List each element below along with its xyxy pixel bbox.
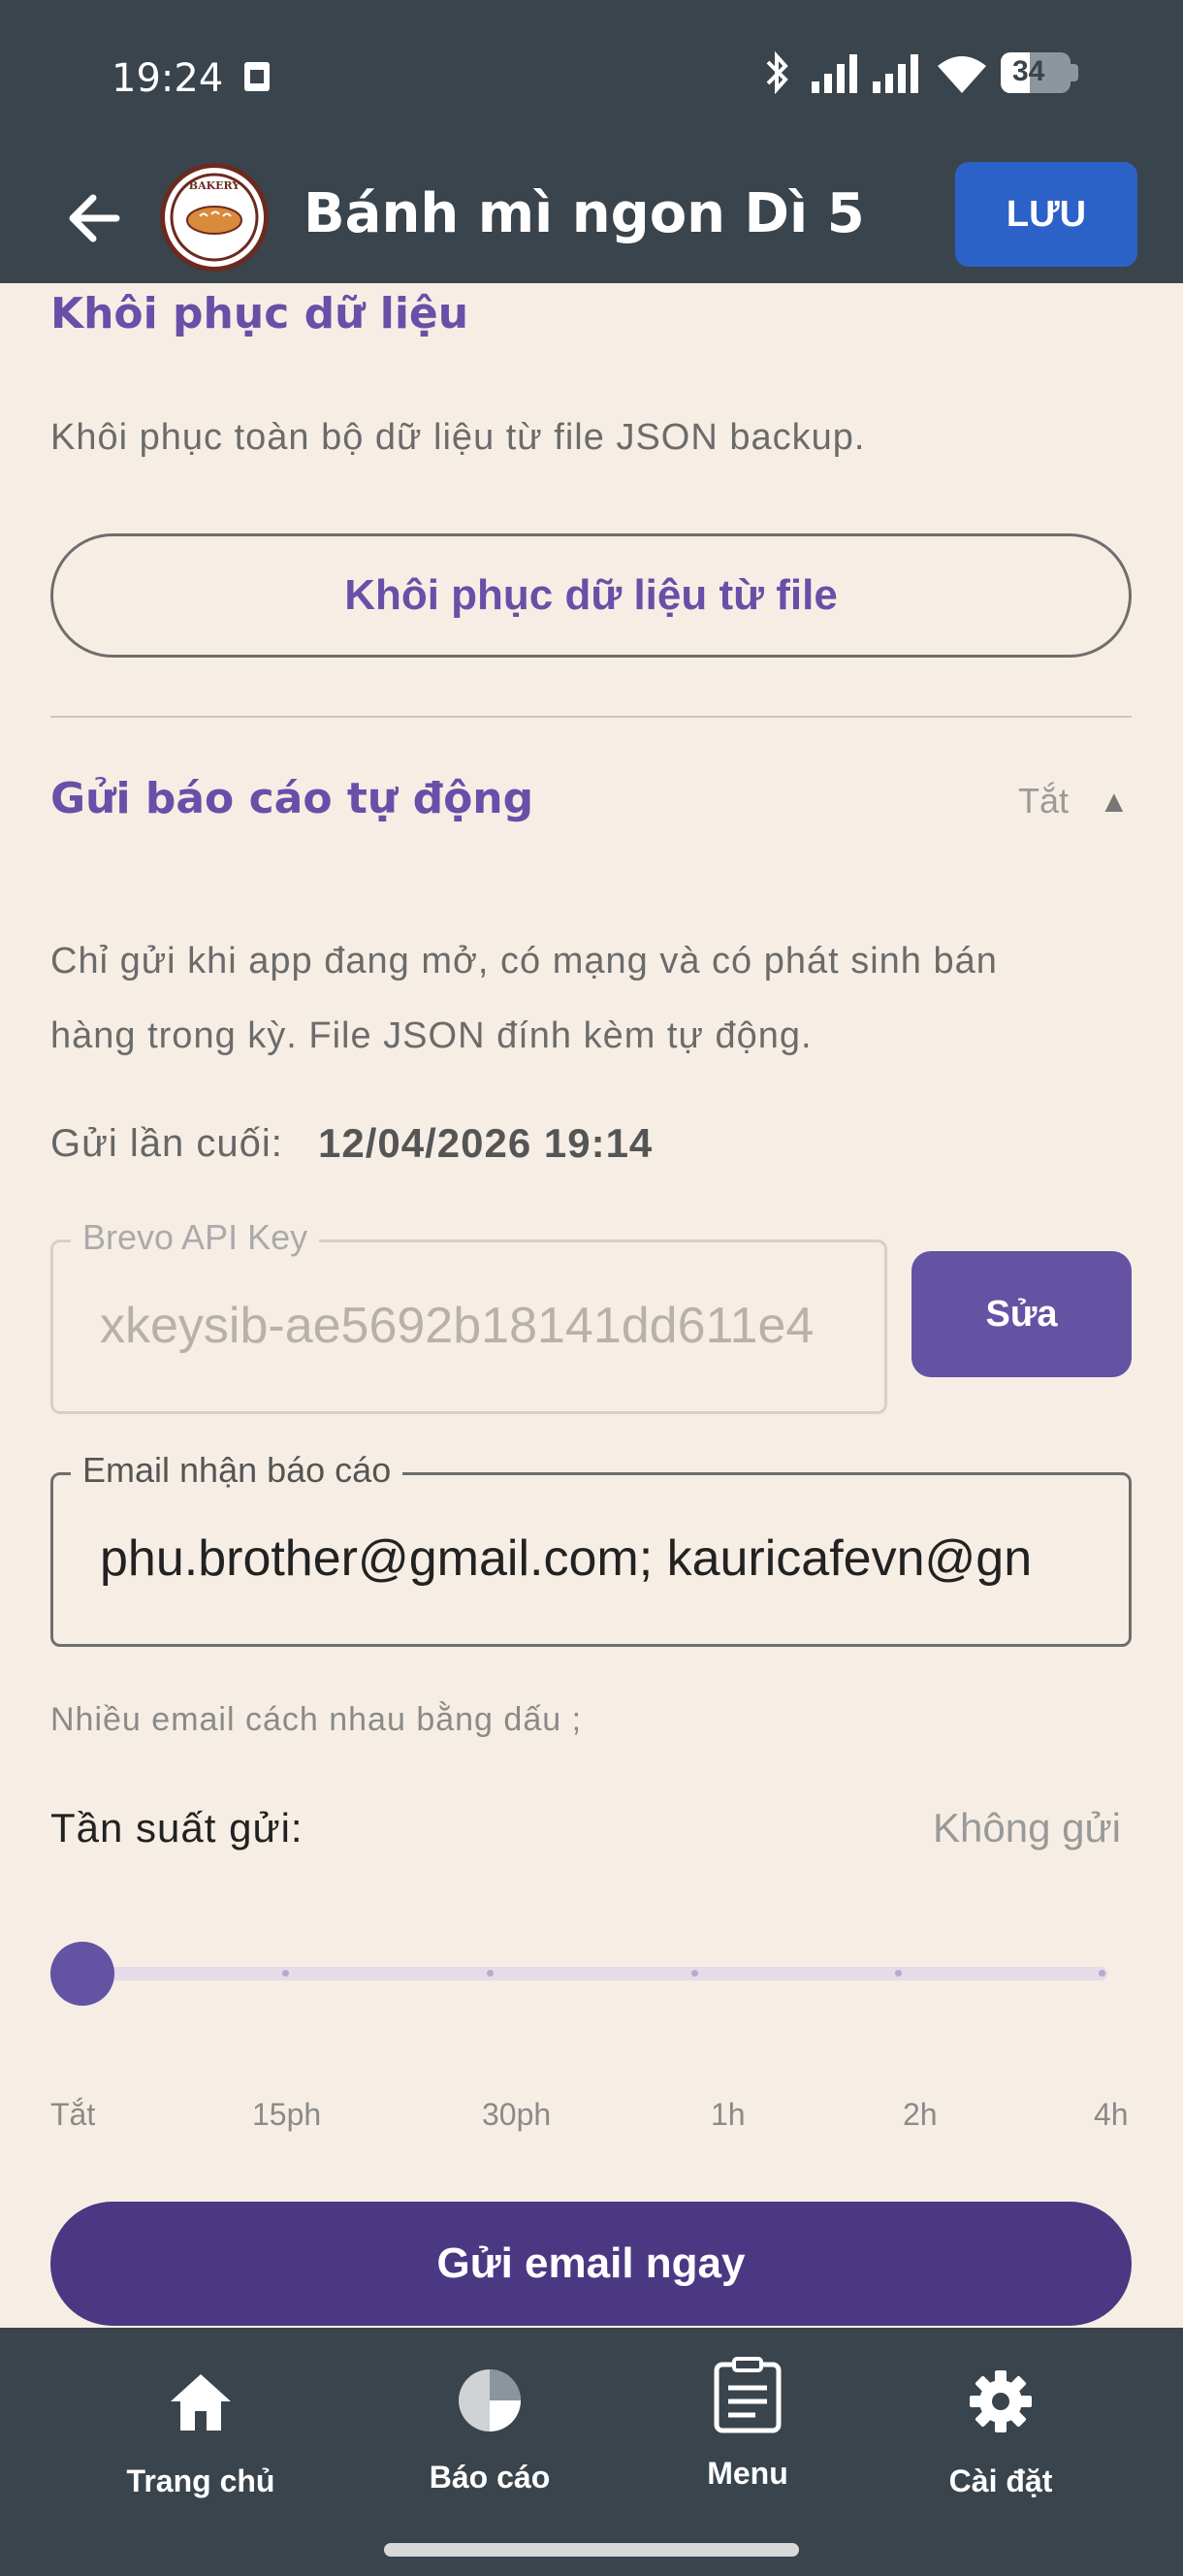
auto-report-description-line2: hàng trong kỳ. File JSON đính kèm tự độn… — [50, 1015, 813, 1056]
clipboard-icon — [641, 2347, 854, 2434]
api-key-value: xkeysib-ae5692b18141dd611e4 — [100, 1298, 815, 1354]
gear-icon — [894, 2347, 1107, 2434]
signal-1-icon — [812, 54, 857, 93]
nav-label-settings: Cài đặt — [948, 2463, 1053, 2498]
slider-tick — [691, 1970, 698, 1977]
edit-api-key-button[interactable]: Sửa — [911, 1251, 1132, 1377]
restore-from-file-button[interactable]: Khôi phục dữ liệu từ file — [50, 533, 1132, 658]
frequency-slider-track[interactable] — [80, 1967, 1107, 1980]
battery-tip — [1071, 64, 1078, 81]
email-hint: Nhiều email cách nhau bằng dấu ; — [50, 1701, 583, 1738]
email-field[interactable]: Email nhận báo cáo phu.brother@gmail.com… — [50, 1450, 1132, 1647]
status-bar: 19:24 34 — [0, 0, 1183, 155]
page-title: Bánh mì ngon Dì 5 — [304, 182, 865, 245]
last-sent-value: 12/04/2026 19:14 — [318, 1120, 654, 1166]
email-label: Email nhận báo cáo — [71, 1450, 403, 1491]
status-time: 19:24 — [112, 56, 224, 101]
auto-report-section-title[interactable]: Gửi báo cáo tự động — [50, 774, 533, 823]
frequency-option-label: Tắt — [50, 2097, 96, 2132]
send-email-now-button[interactable]: Gửi email ngay — [50, 2202, 1132, 2326]
nav-label-menu: Menu — [707, 2456, 788, 2491]
frequency-value: Không gửi — [933, 1805, 1121, 1851]
home-indicator[interactable] — [384, 2543, 799, 2557]
auto-report-description-line1: Chỉ gửi khi app đang mở, có mạng và có p… — [50, 941, 998, 982]
slider-tick — [282, 1970, 289, 1977]
frequency-option-label: 30ph — [482, 2097, 552, 2132]
restore-description: Khôi phục toàn bộ dữ liệu từ file JSON b… — [50, 417, 866, 458]
last-sent-label: Gửi lần cuối: — [50, 1122, 283, 1165]
frequency-option-label: 2h — [903, 2097, 938, 2132]
slider-tick — [895, 1970, 902, 1977]
pie-chart-icon — [383, 2347, 596, 2434]
nav-item-settings[interactable]: Cài đặt — [894, 2347, 1107, 2499]
battery-icon: 34 — [1001, 52, 1071, 93]
frequency-label: Tần suất gửi: — [50, 1805, 304, 1851]
api-key-field[interactable]: Brevo API Key xkeysib-ae5692b18141dd611e… — [50, 1217, 887, 1414]
auto-report-status[interactable]: Tắt — [1018, 781, 1069, 821]
nav-item-reports[interactable]: Báo cáo — [383, 2347, 596, 2496]
save-button[interactable]: LƯU — [955, 162, 1137, 267]
frequency-option-label: 15ph — [252, 2097, 322, 2132]
frequency-option-label: 4h — [1094, 2097, 1129, 2132]
bluetooth-icon — [766, 50, 788, 95]
frequency-slider-thumb[interactable] — [50, 1942, 114, 2006]
email-value: phu.brother@gmail.com; kauricafevn@gn — [100, 1530, 1033, 1587]
nav-item-home[interactable]: Trang chủ — [94, 2347, 307, 2499]
api-key-label: Brevo API Key — [71, 1217, 320, 1258]
slider-tick — [487, 1970, 494, 1977]
battery-level: 34 — [1012, 55, 1045, 87]
nav-label-home: Trang chủ — [126, 2463, 275, 2498]
svg-text:BAKERY: BAKERY — [189, 179, 240, 192]
collapse-caret-icon[interactable]: ▲ — [1099, 784, 1130, 820]
bakery-logo: BAKERY — [160, 163, 269, 272]
section-divider — [50, 716, 1132, 718]
restore-section-title: Khôi phục dữ liệu — [50, 289, 469, 338]
nav-label-reports: Báo cáo — [429, 2460, 551, 2495]
wifi-icon — [938, 56, 986, 93]
nav-item-menu[interactable]: Menu — [641, 2347, 854, 2492]
sim-card-icon — [244, 62, 270, 91]
slider-tick — [1099, 1970, 1105, 1977]
signal-2-icon — [873, 54, 918, 93]
frequency-option-label: 1h — [711, 2097, 746, 2132]
back-arrow-icon[interactable] — [60, 184, 128, 252]
home-icon — [94, 2347, 307, 2434]
